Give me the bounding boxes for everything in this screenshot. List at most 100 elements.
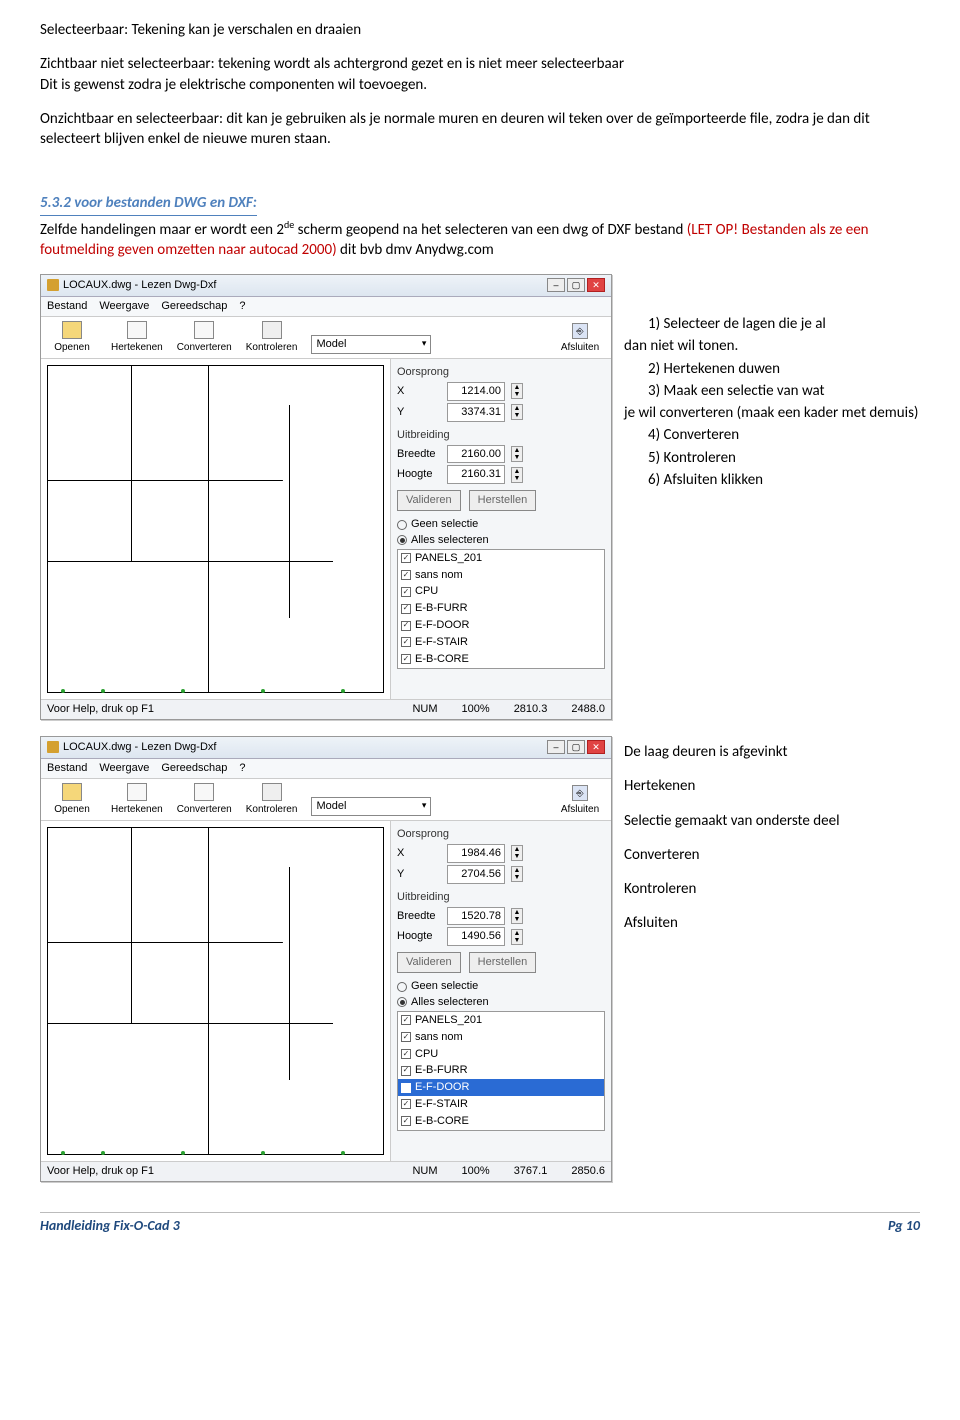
layer-item-7[interactable]: E-F-SILL — [398, 668, 604, 669]
width-input[interactable]: 1520.78 — [447, 907, 505, 926]
radio-none[interactable]: Geen selectie — [397, 979, 605, 994]
height-input[interactable]: 1490.56 — [447, 927, 505, 946]
layer-item-4[interactable]: E-F-DOOR — [398, 1079, 604, 1096]
layer-name: E-B-FURR — [415, 601, 468, 616]
layer-list[interactable]: PANELS_201sans nomCPUE-B-FURRE-F-DOORE-F… — [397, 1011, 605, 1131]
layer-item-0[interactable]: PANELS_201 — [398, 550, 604, 567]
notes-2: De laag deuren is afgevinkt Hertekenen S… — [624, 736, 920, 948]
layer-checkbox[interactable] — [401, 637, 411, 647]
x-spinner[interactable]: ▲▼ — [511, 845, 523, 861]
layer-checkbox[interactable] — [401, 654, 411, 664]
layer-checkbox[interactable] — [401, 553, 411, 563]
layer-item-3[interactable]: E-B-FURR — [398, 1062, 604, 1079]
height-label: Hoogte — [397, 929, 441, 944]
layer-checkbox[interactable] — [401, 604, 411, 614]
control-button[interactable]: Kontroleren — [246, 321, 298, 355]
close-tool-button[interactable]: ⎆Afsluiten — [555, 323, 605, 355]
layer-name: E-F-STAIR — [415, 635, 468, 650]
menu-item-2[interactable]: Gereedschap — [161, 761, 227, 776]
convert-button[interactable]: Converteren — [177, 321, 232, 355]
note1-line1b: dan niet wil tonen. — [624, 336, 920, 356]
drawing-canvas[interactable] — [41, 821, 391, 1161]
height-input[interactable]: 2160.31 — [447, 465, 505, 484]
open-button[interactable]: Openen — [47, 783, 97, 817]
menu-item-3[interactable]: ? — [239, 299, 245, 314]
menu-item-1[interactable]: Weergave — [99, 761, 149, 776]
layer-checkbox[interactable] — [401, 1049, 411, 1059]
close-tool-button[interactable]: ⎆Afsluiten — [555, 785, 605, 817]
layer-item-6[interactable]: E-B-CORE — [398, 651, 604, 668]
control-button[interactable]: Kontroleren — [246, 783, 298, 817]
layer-item-2[interactable]: CPU — [398, 583, 604, 600]
layer-item-2[interactable]: CPU — [398, 1046, 604, 1063]
layer-item-3[interactable]: E-B-FURR — [398, 600, 604, 617]
w-spinner[interactable]: ▲▼ — [511, 446, 523, 462]
radio-all[interactable]: Alles selecteren — [397, 533, 605, 548]
layer-checkbox[interactable] — [401, 1099, 411, 1109]
close-button[interactable]: ✕ — [587, 740, 605, 754]
maximize-button[interactable]: ▢ — [567, 740, 585, 754]
layer-checkbox[interactable] — [401, 570, 411, 580]
w-spinner[interactable]: ▲▼ — [511, 908, 523, 924]
x-input[interactable]: 1984.46 — [447, 844, 505, 863]
width-input[interactable]: 2160.00 — [447, 445, 505, 464]
layer-item-5[interactable]: E-F-STAIR — [398, 634, 604, 651]
side-panel: Oorsprong X1984.46▲▼ Y2704.56▲▼ Uitbreid… — [391, 821, 611, 1161]
reset-button[interactable]: Herstellen — [469, 490, 537, 511]
layer-checkbox[interactable] — [401, 1116, 411, 1126]
model-select[interactable]: Model▾ — [311, 335, 431, 354]
model-select[interactable]: Model▾ — [311, 797, 431, 816]
validate-button[interactable]: Valideren — [397, 490, 461, 511]
page-footer: Handleiding Fix-O-Cad 3 Pg 10 — [40, 1212, 920, 1236]
menu-item-1[interactable]: Weergave — [99, 299, 149, 314]
close-button[interactable]: ✕ — [587, 278, 605, 292]
layer-list[interactable]: PANELS_201sans nomCPUE-B-FURRE-F-DOORE-F… — [397, 549, 605, 669]
layer-item-5[interactable]: E-F-STAIR — [398, 1096, 604, 1113]
x-spinner[interactable]: ▲▼ — [511, 383, 523, 399]
x-input[interactable]: 1214.00 — [447, 382, 505, 401]
extent-label: Uitbreiding — [397, 890, 605, 905]
layer-name: PANELS_201 — [415, 1013, 482, 1028]
layer-item-7[interactable]: E-F-SILL — [398, 1130, 604, 1131]
layer-item-1[interactable]: sans nom — [398, 1029, 604, 1046]
reset-button[interactable]: Herstellen — [469, 952, 537, 973]
validate-button[interactable]: Valideren — [397, 952, 461, 973]
note1-line2: 2) Hertekenen duwen — [624, 359, 920, 379]
maximize-button[interactable]: ▢ — [567, 278, 585, 292]
menu-item-2[interactable]: Gereedschap — [161, 299, 227, 314]
y-input[interactable]: 3374.31 — [447, 403, 505, 422]
layer-name: sans nom — [415, 568, 463, 583]
layer-name: E-F-STAIR — [415, 1097, 468, 1112]
y-spinner[interactable]: ▲▼ — [511, 404, 523, 420]
width-label: Breedte — [397, 447, 441, 462]
minimize-button[interactable]: – — [547, 740, 565, 754]
screenshot-1: LOCAUX.dwg - Lezen Dwg-Dxf – ▢ ✕ Bestand… — [40, 274, 612, 720]
menu-item-3[interactable]: ? — [239, 761, 245, 776]
y-spinner[interactable]: ▲▼ — [511, 866, 523, 882]
redraw-button[interactable]: Hertekenen — [111, 783, 163, 817]
layer-item-1[interactable]: sans nom — [398, 567, 604, 584]
open-button[interactable]: Openen — [47, 321, 97, 355]
menu-item-0[interactable]: Bestand — [47, 299, 87, 314]
layer-name: E-B-CORE — [415, 652, 469, 667]
drawing-canvas[interactable] — [41, 359, 391, 699]
h-spinner[interactable]: ▲▼ — [511, 929, 523, 945]
radio-all[interactable]: Alles selecteren — [397, 995, 605, 1010]
minimize-button[interactable]: – — [547, 278, 565, 292]
layer-item-4[interactable]: E-F-DOOR — [398, 617, 604, 634]
convert-button[interactable]: Converteren — [177, 783, 232, 817]
layer-checkbox[interactable] — [401, 1032, 411, 1042]
redraw-button[interactable]: Hertekenen — [111, 321, 163, 355]
h-spinner[interactable]: ▲▼ — [511, 467, 523, 483]
layer-checkbox[interactable] — [401, 621, 411, 631]
menu-item-0[interactable]: Bestand — [47, 761, 87, 776]
layer-checkbox[interactable] — [401, 1083, 411, 1093]
layer-item-6[interactable]: E-B-CORE — [398, 1113, 604, 1130]
layer-checkbox[interactable] — [401, 587, 411, 597]
para-zichtbaar: Zichtbaar niet selecteerbaar: tekening w… — [40, 54, 920, 95]
layer-item-0[interactable]: PANELS_201 — [398, 1012, 604, 1029]
layer-checkbox[interactable] — [401, 1015, 411, 1025]
y-input[interactable]: 2704.56 — [447, 865, 505, 884]
radio-none[interactable]: Geen selectie — [397, 517, 605, 532]
layer-checkbox[interactable] — [401, 1066, 411, 1076]
